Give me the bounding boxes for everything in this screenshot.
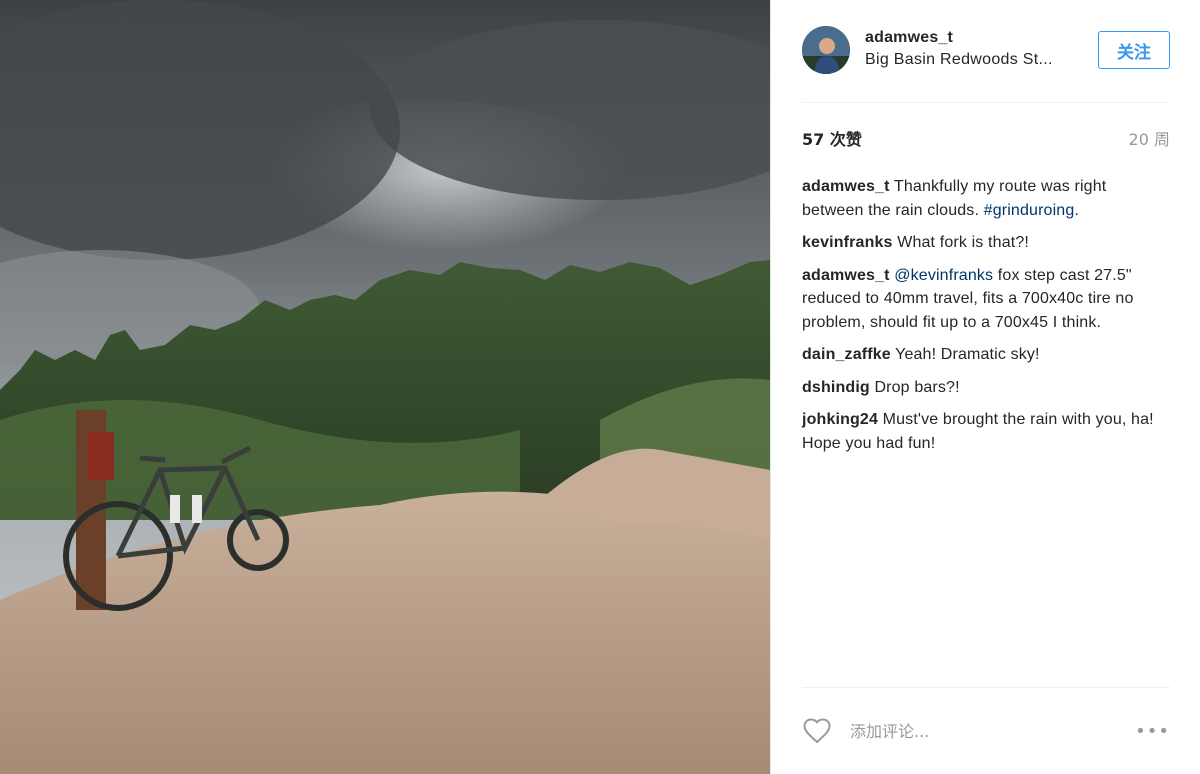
post-viewer: adamwes_t Big Basin Redwoods St... 关注 57… — [0, 0, 1200, 774]
comment-item: dain_zaffke Yeah! Dramatic sky! — [802, 343, 1170, 367]
comment-author[interactable]: kevinfranks — [802, 234, 893, 251]
avatar-image — [802, 25, 850, 74]
comment-author[interactable]: adamwes_t — [802, 178, 890, 195]
post-stats: 57 次赞 20 周 — [802, 103, 1170, 173]
username[interactable]: adamwes_t — [865, 27, 1053, 49]
comment-text: Yeah! Dramatic sky! — [890, 346, 1040, 363]
mention-link[interactable]: @kevinfranks — [894, 267, 993, 284]
comment-item: kevinfranks What fork is that?! — [802, 231, 1170, 255]
comment-item: adamwes_t Thankfully my route was right … — [802, 175, 1170, 222]
comment-item: dshindig Drop bars?! — [802, 376, 1170, 400]
location[interactable]: Big Basin Redwoods St... — [865, 49, 1053, 71]
follow-button[interactable]: 关注 — [1098, 31, 1170, 69]
comment-author[interactable]: adamwes_t — [802, 267, 890, 284]
comment-author[interactable]: dain_zaffke — [802, 346, 891, 363]
post-photo[interactable] — [0, 0, 770, 774]
comment-item: adamwes_t @kevinfranks fox step cast 27.… — [802, 264, 1170, 335]
avatar[interactable] — [802, 25, 850, 74]
post-image — [0, 0, 770, 774]
post-header: adamwes_t Big Basin Redwoods St... 关注 — [802, 0, 1170, 103]
post-time[interactable]: 20 周 — [1129, 126, 1170, 150]
hashtag-link[interactable]: #grinduroing — [984, 202, 1075, 219]
comment-list: adamwes_t Thankfully my route was right … — [802, 175, 1170, 455]
comment-bar: ••• — [802, 687, 1170, 774]
post-author-info: adamwes_t Big Basin Redwoods St... — [865, 27, 1053, 71]
comment-text: Drop bars?! — [869, 378, 960, 396]
like-count[interactable]: 57 次赞 — [802, 126, 862, 150]
comment-author[interactable]: dshindig — [802, 379, 870, 396]
comment-author[interactable]: johking24 — [802, 411, 878, 428]
ellipsis-icon[interactable]: ••• — [1135, 721, 1170, 742]
post-sidebar: adamwes_t Big Basin Redwoods St... 关注 57… — [770, 0, 1200, 774]
add-comment-input[interactable] — [848, 720, 1102, 742]
comment-text: . — [1074, 201, 1080, 219]
comment-item: johking24 Must've brought the rain with … — [802, 408, 1170, 455]
heart-outline-icon[interactable] — [802, 718, 832, 744]
comment-text: What fork is that?! — [892, 234, 1029, 251]
